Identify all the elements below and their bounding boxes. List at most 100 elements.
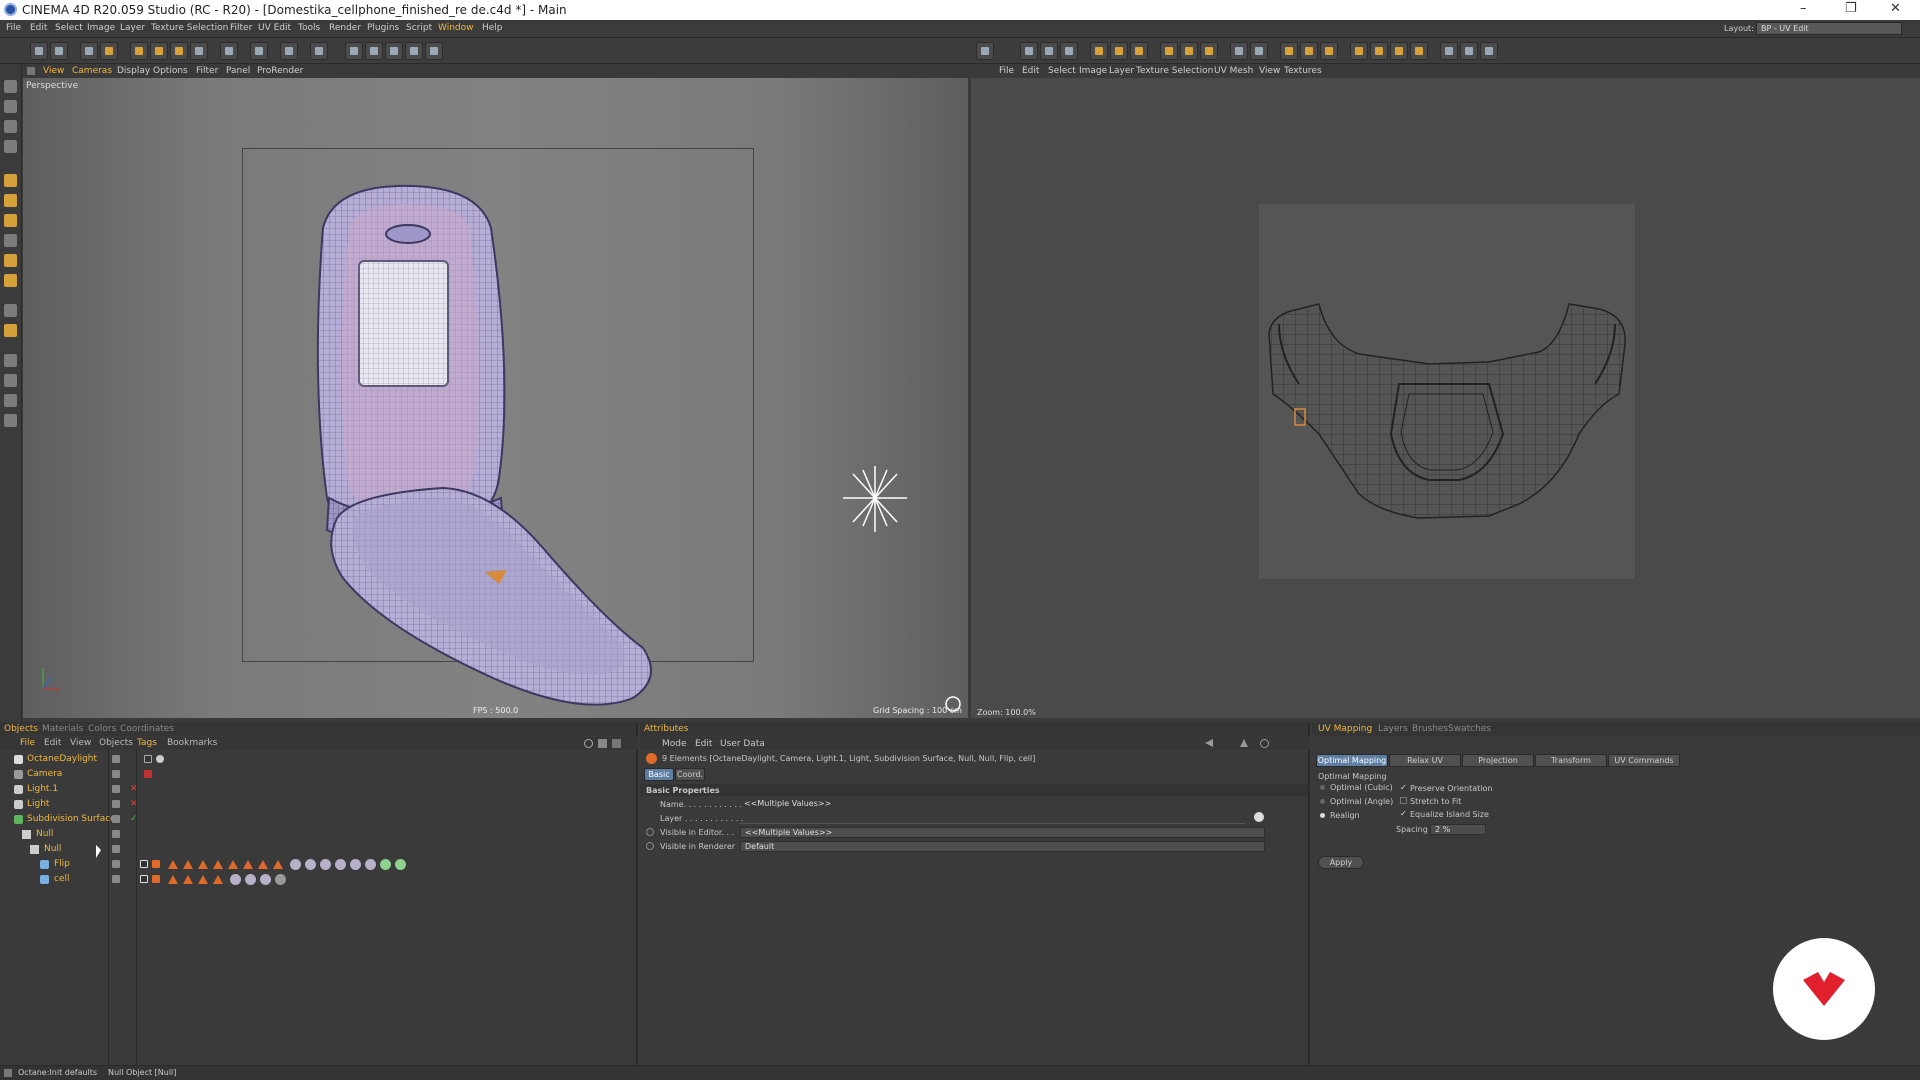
perspective-viewport[interactable]: View Cameras Display Options Filter Pane… — [23, 64, 968, 718]
menu-select[interactable]: Select — [55, 23, 83, 33]
array-icon[interactable] — [385, 42, 403, 60]
uv-menu-file[interactable]: File — [999, 66, 1014, 76]
uv-tool-15-icon[interactable] — [1320, 42, 1338, 60]
selection-tag-icon[interactable] — [152, 860, 160, 868]
pen-icon[interactable] — [4, 394, 17, 407]
menu-file[interactable]: File — [6, 23, 21, 33]
check-stretch-to-fit[interactable]: Stretch to Fit — [1410, 797, 1461, 806]
viewport-menu-filter[interactable]: Filter — [196, 66, 218, 76]
search-icon[interactable] — [1260, 739, 1269, 748]
polygon-selection-tag-icon[interactable] — [213, 860, 223, 869]
uvw-tag-icon[interactable] — [140, 875, 148, 883]
obj-menu-objects[interactable]: Objects — [99, 738, 133, 748]
minimize-icon[interactable]: – — [1800, 1, 1807, 16]
filter-icon[interactable] — [612, 739, 621, 748]
polygon-selection-tag-icon[interactable] — [213, 875, 223, 884]
uv-menu-layer[interactable]: Layer — [1109, 66, 1134, 76]
name-field[interactable]: <<Multiple Values>> — [740, 799, 1245, 810]
stamp-icon[interactable] — [4, 194, 17, 207]
uv-menu-textures[interactable]: Textures — [1284, 66, 1322, 76]
tab-colors[interactable]: Colors — [88, 724, 116, 734]
checkbox-check-icon[interactable]: ✓ — [1400, 783, 1407, 792]
uv-editor-panel[interactable]: File Edit Select Image Layer Texture Sel… — [971, 64, 1920, 718]
polygon-selection-tag-icon[interactable] — [168, 860, 178, 869]
model-mode-icon[interactable] — [4, 80, 17, 93]
visible-editor-dropdown[interactable]: <<Multiple Values>> — [740, 827, 1265, 838]
material-tag-icon[interactable] — [230, 874, 241, 885]
object-row-null[interactable]: Null — [0, 827, 638, 842]
menu-layer[interactable]: Layer — [120, 23, 145, 33]
uv-tool-2-icon[interactable] — [1020, 42, 1038, 60]
menu-filter[interactable]: Filter — [230, 23, 252, 33]
visibility-toggle[interactable] — [112, 785, 120, 793]
uv-tool-8-icon[interactable] — [1160, 42, 1178, 60]
layout-dropdown[interactable]: BP - UV Edit — [1756, 22, 1902, 35]
tab-optimal-mapping[interactable]: Optimal Mapping — [1316, 754, 1388, 767]
menu-window[interactable]: Window — [438, 23, 474, 33]
uv-tool-10-icon[interactable] — [1200, 42, 1218, 60]
polygon-selection-tag-icon[interactable] — [183, 875, 193, 884]
live-selection-icon[interactable] — [100, 42, 118, 60]
uv-menu-image[interactable]: Image — [1079, 66, 1107, 76]
obj-menu-tags[interactable]: Tags — [137, 738, 157, 748]
object-row-light[interactable]: Light ✕ — [0, 797, 638, 812]
check-equalize-island-size[interactable]: Equalize Island Size — [1410, 810, 1489, 819]
viewport-menu-prorender[interactable]: ProRender — [257, 66, 303, 76]
object-row-cell[interactable]: cell — [0, 872, 638, 887]
tab-coord[interactable]: Coord. — [675, 768, 705, 781]
check-preserve-orientation[interactable]: Preserve Orientation — [1410, 784, 1492, 793]
menu-uv-edit[interactable]: UV Edit — [258, 23, 291, 33]
uv-menu-uv-mesh[interactable]: UV Mesh — [1214, 66, 1253, 76]
object-row-camera[interactable]: Camera — [0, 767, 638, 782]
gradient-icon[interactable] — [4, 234, 17, 247]
spline-icon[interactable] — [345, 42, 363, 60]
animate-dot-icon[interactable] — [646, 828, 654, 836]
search-icon[interactable] — [584, 739, 593, 748]
option-realign[interactable]: Realign — [1330, 811, 1360, 820]
nurbs-icon[interactable] — [365, 42, 383, 60]
points-mode-icon[interactable] — [4, 120, 17, 133]
option-optimal-cubic[interactable]: Optimal (Cubic) — [1330, 783, 1393, 792]
material-tag-icon[interactable] — [380, 859, 391, 870]
material-tag-icon[interactable] — [320, 859, 331, 870]
uv-tool-9-icon[interactable] — [1180, 42, 1198, 60]
rotate-tool-icon[interactable] — [170, 42, 188, 60]
material-tag-icon[interactable] — [245, 874, 256, 885]
menu-image[interactable]: Image — [87, 23, 115, 33]
tab-layers[interactable]: Layers — [1378, 724, 1408, 734]
undo-icon[interactable] — [30, 42, 48, 60]
checkbox-check-icon[interactable]: ✓ — [1400, 809, 1407, 818]
material-tag-icon[interactable] — [365, 859, 376, 870]
polygon-selection-tag-icon[interactable] — [273, 860, 283, 869]
object-name[interactable]: Null — [36, 829, 53, 839]
eyedropper-icon[interactable] — [4, 354, 17, 367]
uv-tool-7-icon[interactable] — [1130, 42, 1148, 60]
menu-render[interactable]: Render — [329, 23, 361, 33]
smudge-icon[interactable] — [4, 274, 17, 287]
enabled-check-icon[interactable]: ✓ — [130, 814, 138, 824]
uv-menu-texture-selection[interactable]: Texture Selection — [1136, 66, 1213, 76]
attr-menu-user-data[interactable]: User Data — [720, 739, 765, 749]
layer-field[interactable] — [740, 813, 1245, 824]
uv-menu-edit[interactable]: Edit — [1022, 66, 1039, 76]
visibility-toggle[interactable] — [112, 770, 120, 778]
redo-icon[interactable] — [50, 42, 68, 60]
home-icon[interactable] — [598, 739, 607, 748]
close-icon[interactable]: ✕ — [1890, 1, 1901, 16]
tab-swatches[interactable]: Swatches — [1448, 724, 1491, 734]
material-tag-icon[interactable] — [275, 874, 286, 885]
light-tag-icon[interactable] — [156, 755, 164, 763]
select-tool-icon[interactable] — [80, 42, 98, 60]
deformer-icon[interactable] — [405, 42, 423, 60]
checkbox-empty[interactable] — [1400, 797, 1407, 804]
object-row-flip[interactable]: Flip — [0, 857, 638, 872]
star-icon[interactable] — [4, 324, 17, 337]
visibility-toggle[interactable] — [112, 815, 120, 823]
magnet-icon[interactable] — [4, 374, 17, 387]
object-name[interactable]: Camera — [27, 769, 62, 779]
option-optimal-angle[interactable]: Optimal (Angle) — [1330, 797, 1393, 806]
obj-menu-bookmarks[interactable]: Bookmarks — [167, 738, 217, 748]
attr-menu-edit[interactable]: Edit — [695, 739, 712, 749]
object-row-light1[interactable]: Light.1 ✕ — [0, 782, 638, 797]
object-name[interactable]: cell — [54, 874, 70, 884]
